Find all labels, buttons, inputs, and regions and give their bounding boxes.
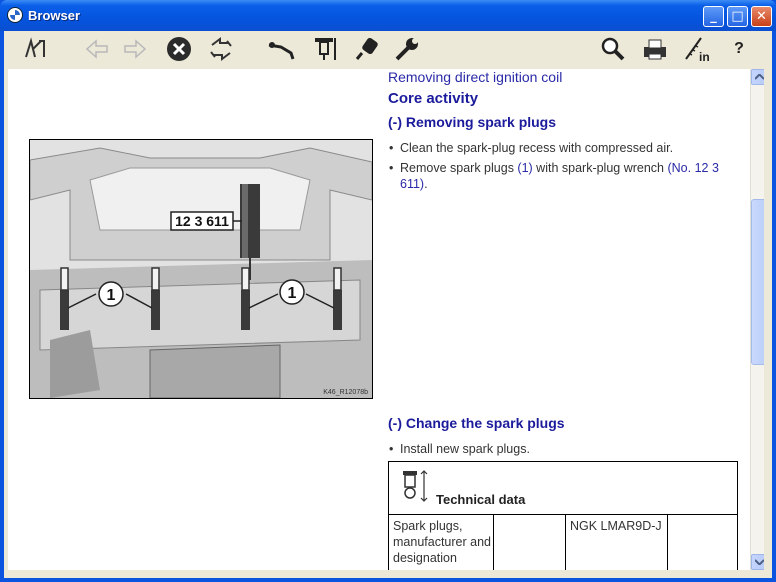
tool-button[interactable]: [266, 34, 296, 64]
client-area: in ? 12 3 611 1 1 K46_R12078b Removing d…: [4, 31, 772, 578]
document-view[interactable]: 12 3 611 1 1 K46_R12078b Removing direct…: [8, 69, 764, 570]
ruler-in-label: in: [699, 50, 710, 63]
tool-callout-label: 12 3 611: [175, 213, 229, 229]
bullet-text: with spark-plug wrench: [532, 161, 668, 175]
print-icon: [644, 39, 666, 60]
print-button[interactable]: [640, 34, 670, 64]
stop-icon: [167, 37, 191, 61]
spanner-button[interactable]: [392, 34, 422, 64]
help-button[interactable]: ?: [724, 34, 754, 64]
callout-1-right: 1: [288, 285, 297, 302]
close-window-button[interactable]: ✕: [751, 6, 772, 27]
table-cell-value: NGK LMAR9D-J: [566, 514, 668, 570]
bullet-text: Remove spark plugs: [400, 161, 518, 175]
table-header: Technical data: [389, 462, 737, 515]
forward-arrow-icon: [124, 39, 147, 59]
bullet-text: .: [424, 177, 428, 191]
technical-data-icon: [403, 470, 428, 502]
table-cell-empty: [494, 514, 566, 570]
search-icon: [601, 37, 625, 61]
page-title: Core activity: [388, 90, 479, 107]
vertical-scrollbar[interactable]: [750, 69, 764, 570]
scroll-thumb[interactable]: [751, 199, 764, 365]
info-browse-button[interactable]: [20, 34, 50, 64]
table-cell-empty: [668, 514, 737, 570]
breadcrumb[interactable]: Removing direct ignition coil: [388, 69, 562, 85]
refresh-icon: [210, 37, 232, 61]
title-bar[interactable]: Browser _ □ ✕: [0, 0, 776, 31]
figure-id: K46_R12078b: [323, 389, 368, 396]
callout-1-left: 1: [107, 287, 116, 304]
search-button[interactable]: [598, 34, 628, 64]
ruler-in-button[interactable]: in: [682, 34, 712, 64]
back-arrow-icon: [85, 39, 108, 59]
spark-plug-figure: 12 3 611 1 1 K46_R12078b: [29, 139, 373, 399]
list-item: Clean the spark-plug recess with compres…: [388, 140, 738, 156]
scroll-up-button[interactable]: [751, 69, 764, 85]
stop-button[interactable]: [164, 34, 194, 64]
figure-reference-link[interactable]: (1): [517, 161, 532, 175]
tool-wrench-icon: [268, 42, 295, 60]
table-title: Technical data: [436, 492, 526, 507]
section-change-spark-plugs: (-) Change the spark plugs: [388, 415, 565, 431]
list-item: Install new spark plugs.: [388, 441, 738, 457]
list-item: Remove spark plugs (1) with spark-plug w…: [388, 160, 738, 192]
lubricant-button[interactable]: [352, 34, 382, 64]
window-title: Browser: [28, 8, 81, 23]
forward-button[interactable]: [120, 34, 150, 64]
back-button[interactable]: [82, 34, 112, 64]
info-browse-icon: [25, 37, 45, 58]
chevron-up-icon: [755, 74, 764, 80]
browser-window: Browser _ □ ✕ in ? 12 3 611 1 1 K46_R120…: [0, 0, 776, 582]
ruler-in-icon: in: [685, 37, 710, 63]
maximize-button[interactable]: □: [727, 6, 748, 27]
scroll-down-button[interactable]: [751, 554, 764, 570]
inspection-button[interactable]: [310, 34, 340, 64]
chevron-down-icon: [755, 559, 764, 565]
toolbar: in ?: [4, 31, 772, 69]
minimize-button[interactable]: _: [703, 6, 724, 27]
table-cell-label: Spark plugs, manufacturer and designatio…: [389, 514, 494, 570]
spanner-icon: [395, 38, 418, 61]
section-removing-spark-plugs: (-) Removing spark plugs: [388, 114, 557, 130]
app-logo-icon: [7, 7, 23, 23]
inspection-icon: [315, 38, 336, 60]
technical-data-table: Technical data Spark plugs, manufacturer…: [388, 461, 738, 570]
refresh-button[interactable]: [206, 34, 236, 64]
lubricant-icon: [355, 38, 378, 60]
